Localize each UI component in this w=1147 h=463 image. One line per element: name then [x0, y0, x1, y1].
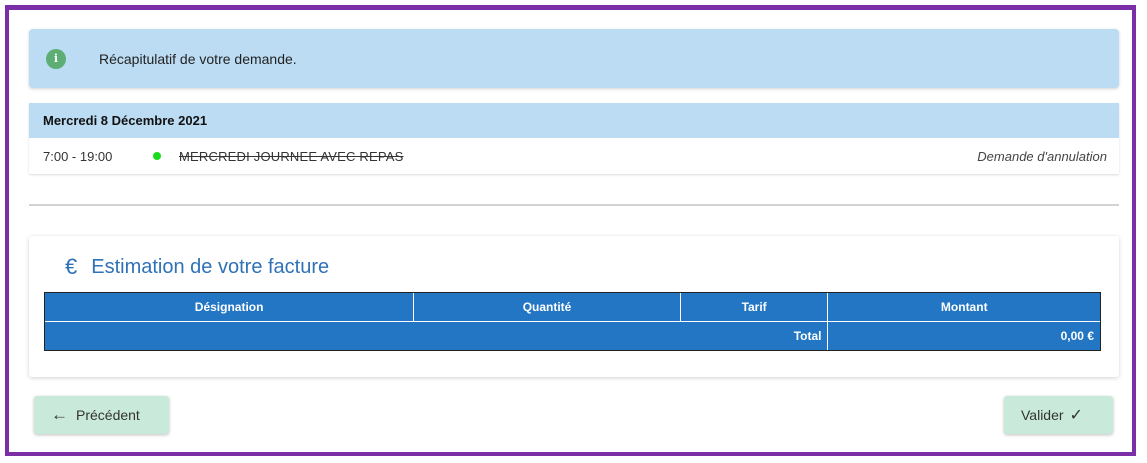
- day-card: Mercredi 8 Décembre 2021 7:00 - 19:00 ME…: [29, 103, 1119, 174]
- previous-button[interactable]: ← Précédent: [34, 396, 169, 434]
- arrow-left-icon: ←: [51, 405, 68, 424]
- invoice-table: Désignation Quantité Tarif Montant Total…: [44, 292, 1101, 351]
- info-banner: i Récapitulatif de votre demande.: [29, 29, 1119, 88]
- info-banner-text: Récapitulatif de votre demande.: [99, 50, 297, 67]
- total-value: 0,00 €: [1060, 329, 1094, 343]
- submit-button[interactable]: Valider ✓: [1004, 396, 1113, 434]
- euro-icon: €: [65, 254, 78, 279]
- booking-activity: MERCREDI JOURNEE AVEC REPAS: [179, 148, 404, 164]
- total-label: Total: [45, 322, 829, 350]
- submit-button-label: Valider: [1021, 407, 1064, 423]
- invoice-title-text: Estimation de votre facture: [91, 255, 330, 278]
- booking-time: 7:00 - 19:00: [43, 148, 113, 164]
- section-divider: [29, 204, 1119, 206]
- invoice-title: € Estimation de votre facture: [65, 254, 329, 280]
- booking-row: 7:00 - 19:00 MERCREDI JOURNEE AVEC REPAS…: [29, 138, 1119, 174]
- table-total-row: Total 0,00 €: [45, 322, 1100, 350]
- previous-button-label: Précédent: [76, 407, 140, 423]
- invoice-card: € Estimation de votre facture Désignatio…: [29, 236, 1119, 377]
- column-header-montant: Montant: [828, 293, 1100, 322]
- column-header-tarif: Tarif: [680, 293, 829, 322]
- table-header-row: Désignation Quantité Tarif Montant: [45, 293, 1100, 322]
- day-date-header: Mercredi 8 Décembre 2021: [29, 103, 1119, 138]
- column-header-designation: Désignation: [45, 293, 415, 322]
- status-dot-icon: [153, 152, 161, 160]
- check-icon: ✓: [1069, 407, 1083, 424]
- column-header-quantity: Quantité: [414, 293, 681, 322]
- info-icon: i: [46, 48, 66, 69]
- booking-status: Demande d'annulation: [977, 148, 1107, 164]
